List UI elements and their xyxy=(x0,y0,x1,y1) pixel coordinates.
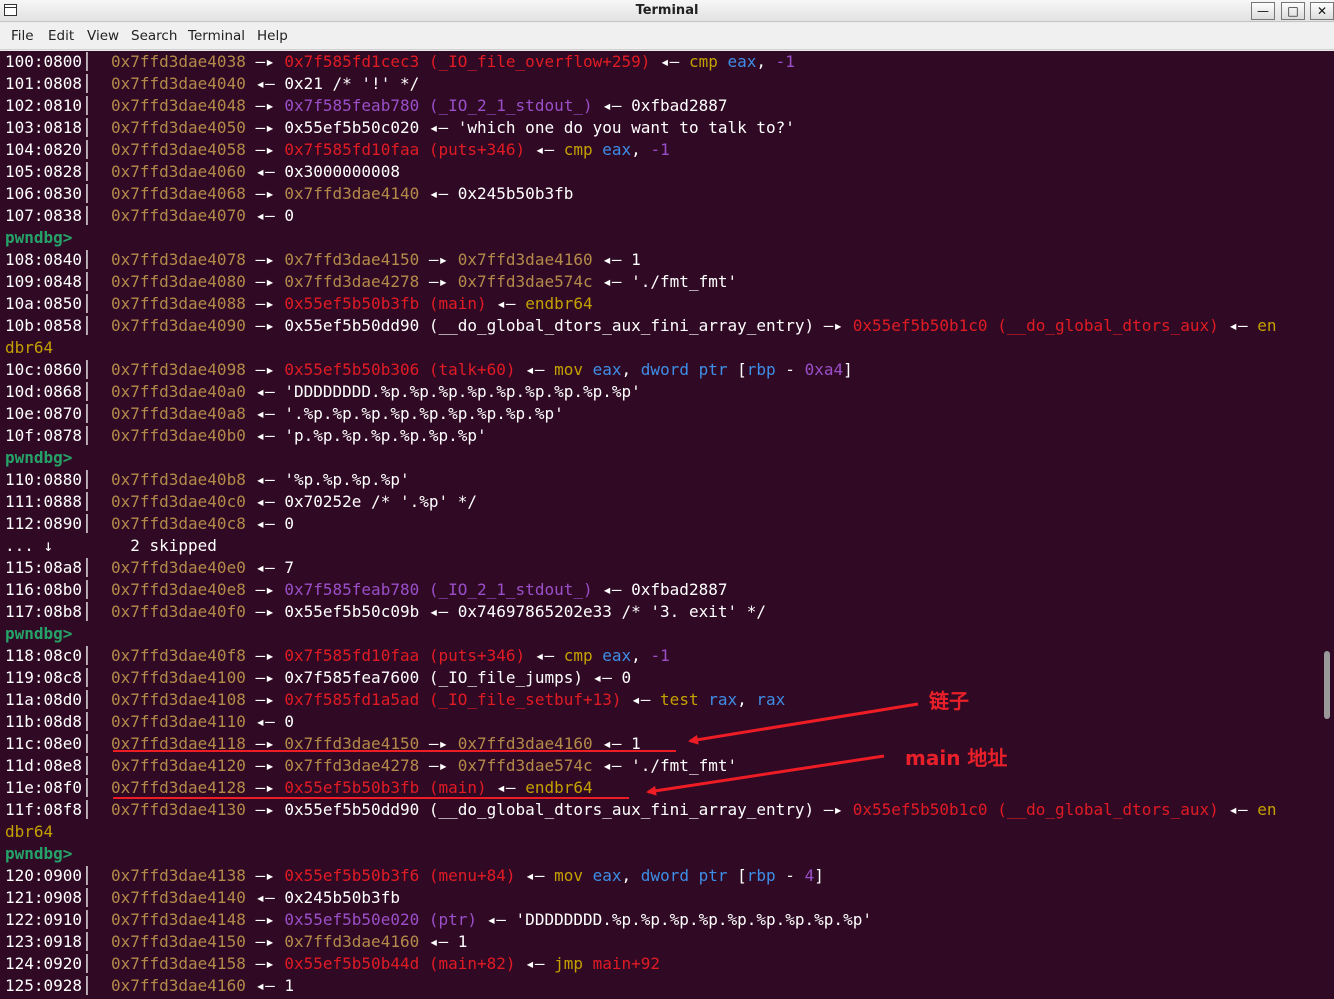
chain-label: 链子 xyxy=(929,689,969,713)
chain-arrow xyxy=(688,702,919,745)
main-address-label: main 地址 xyxy=(905,746,1008,770)
main-address-arrow xyxy=(646,754,885,796)
annotation-arrows xyxy=(646,702,919,796)
